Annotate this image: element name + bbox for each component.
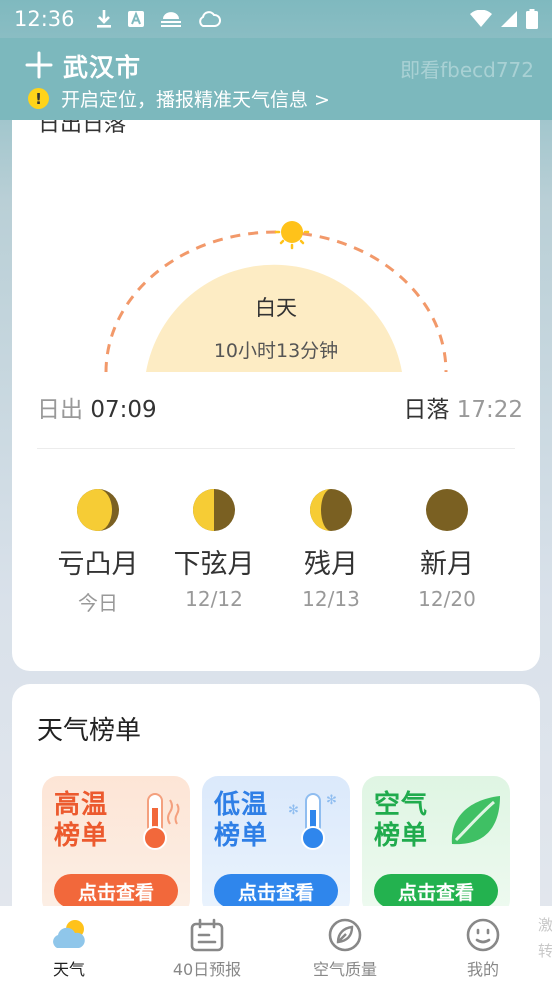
svg-text:✻: ✻ [326, 793, 337, 808]
watermark-text: 即看fbecd772 [400, 58, 534, 82]
nav-label: 天气 [52, 960, 85, 979]
city-name[interactable]: 武汉市 [63, 48, 141, 84]
divider [37, 448, 515, 449]
moon-phase-name: 下弦月 [173, 549, 255, 580]
tile-title: 低温 榜单 [214, 790, 268, 852]
tile-title-line: 低温 [214, 790, 269, 820]
weather-icon [53, 920, 85, 948]
high-temp-ranking-tile[interactable]: 高温 榜单 点击查看 [42, 776, 190, 916]
tile-title-line: 高温 [54, 790, 109, 820]
location-tip-text: 开启定位，播报精准天气信息 > [61, 89, 330, 111]
fog-weather-icon [160, 12, 181, 27]
ranking-title: 天气榜单 [37, 716, 142, 746]
nav-label: 我的 [466, 960, 499, 979]
sunset-label: 日落 [403, 397, 450, 423]
weather-app-screen: 12:36 武汉市 即看fbecd772 ! 开启定位，播报精准天气信息 > 日… [0, 0, 552, 983]
notification-icons [95, 9, 221, 29]
download-icon [96, 10, 111, 28]
last-quarter-moon-icon [193, 489, 235, 531]
moon-phase-item: 亏凸月 今日 [38, 488, 158, 616]
nav-tab-40day-forecast[interactable]: 40日预报 [152, 906, 262, 980]
smiley-icon [466, 918, 500, 952]
view-high-temp-button[interactable]: 点击查看 [54, 874, 178, 908]
sunrise-label: 日出 [37, 397, 83, 423]
view-air-quality-button[interactable]: 点击查看 [374, 874, 498, 908]
tile-title-line: 榜单 [374, 821, 429, 851]
nav-label: 空气质量 [312, 960, 377, 979]
battery-icon [526, 9, 538, 29]
cold-thermometer-icon: ✻ ✻ [288, 793, 337, 850]
moon-phase-item: 新月 12/20 [387, 488, 507, 611]
sunrise-time: 07:09 [90, 397, 157, 423]
tile-title-line: 榜单 [54, 821, 109, 851]
tile-title: 空气 榜单 [374, 790, 428, 852]
warning-icon: ! [28, 88, 49, 109]
waning-gibbous-moon-icon [77, 489, 119, 531]
city-header: 武汉市 即看fbecd772 ! 开启定位，播报精准天气信息 > [0, 38, 552, 120]
svg-text:✻: ✻ [288, 803, 299, 818]
daytime-label: 白天 [255, 296, 297, 320]
enable-location-link[interactable]: ! 开启定位，播报精准天气信息 > [28, 85, 330, 112]
tile-title: 高温 榜单 [54, 790, 108, 852]
sunrise-sunset-card: 日出日落 白天 10小时13分钟 日出 07:09 日落 17:22 亏凸月 今… [12, 120, 540, 671]
weather-ranking-card: 天气榜单 高温 榜单 点击查看 低温 榜单 ✻ ✻ 点击查看 空气 榜单 点击查… [12, 684, 540, 944]
moon-phase-item: 残月 12/13 [271, 488, 391, 611]
overlapping-text: 激转 [538, 916, 552, 960]
air-quality-ranking-tile[interactable]: 空气 榜单 点击查看 [362, 776, 510, 916]
status-time: 12:36 [14, 7, 75, 31]
hot-thermometer-icon [143, 793, 180, 850]
status-bar: 12:36 [0, 0, 552, 38]
view-low-temp-button[interactable]: 点击查看 [214, 874, 338, 908]
low-temp-ranking-tile[interactable]: 低温 榜单 ✻ ✻ 点击查看 [202, 776, 350, 916]
nav-label: 40日预报 [172, 960, 242, 979]
leaf-icon [451, 796, 500, 845]
tile-title-line: 榜单 [214, 821, 269, 851]
sunrise-info: 日出 07:09 [37, 390, 157, 424]
moon-phase-date: 12/12 [185, 587, 243, 611]
cloud-icon [198, 11, 221, 27]
add-city-icon[interactable] [24, 50, 54, 80]
moon-phase-date: 12/20 [418, 587, 476, 611]
moon-phase-name: 残月 [304, 549, 358, 580]
new-moon-icon [426, 489, 468, 531]
moon-phase-name: 新月 [420, 549, 474, 580]
leaf-icon [328, 918, 362, 952]
app-notification-icon [127, 11, 144, 27]
nav-tab-weather[interactable]: 天气 [14, 906, 124, 980]
calendar-icon [190, 918, 224, 952]
tile-title-line: 空气 [374, 790, 429, 820]
moon-phase-name: 亏凸月 [57, 549, 139, 580]
moon-phase-date: 今日 [78, 591, 118, 615]
bottom-navigation: 天气 40日预报 空气质量 我的 激转 [0, 906, 552, 983]
nav-tab-air-quality[interactable]: 空气质量 [290, 906, 400, 980]
nav-tab-mine[interactable]: 我的 [428, 906, 538, 980]
moon-phase-date: 12/13 [302, 587, 360, 611]
moon-phase-item: 下弦月 12/12 [154, 488, 274, 611]
system-status-icons [470, 9, 538, 29]
waning-crescent-moon-icon [310, 489, 352, 531]
wifi-icon [470, 10, 492, 27]
daytime-duration: 10小时13分钟 [213, 340, 339, 362]
sunset-info: 日落 17:22 [403, 390, 523, 424]
sunset-time: 17:22 [456, 397, 523, 423]
signal-icon [501, 11, 517, 27]
